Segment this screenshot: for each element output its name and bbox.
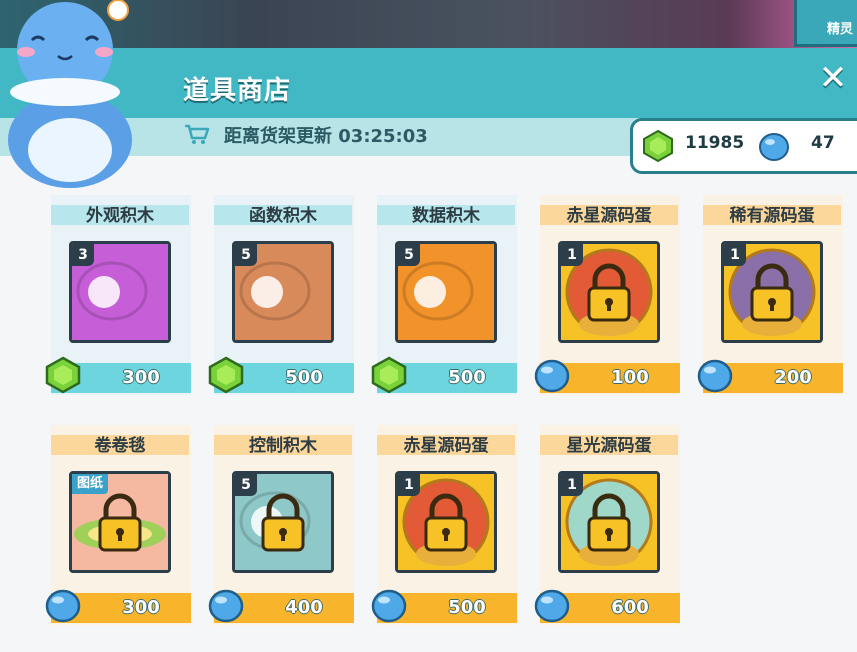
shop-title: 道具商店 xyxy=(183,76,292,106)
item-icon[interactable]: 3 xyxy=(69,241,171,343)
top-corner-label: 精灵 xyxy=(826,22,853,37)
top-corner-button[interactable]: 精灵 xyxy=(794,0,857,47)
item-price: 500 xyxy=(285,367,323,388)
item-icon[interactable]: 1 xyxy=(721,241,823,343)
shop-item-card[interactable]: 稀有源码蛋 1 200 xyxy=(697,195,843,395)
orb-icon xyxy=(45,589,81,623)
item-count-badge: 1 xyxy=(724,244,746,266)
item-count-badge: 5 xyxy=(235,474,257,496)
item-label: 赤星源码蛋 xyxy=(403,436,489,456)
item-icon[interactable]: 5 xyxy=(232,471,334,573)
shop-item-card[interactable]: 赤星源码蛋 1 500 xyxy=(371,425,517,625)
item-icon[interactable]: 5 xyxy=(232,241,334,343)
item-label: 控制积木 xyxy=(249,436,317,456)
orb-icon xyxy=(697,359,733,393)
shop-item-card[interactable]: 控制积木 5 400 xyxy=(208,425,354,625)
orb-count: 47 xyxy=(811,133,835,153)
mascot-character xyxy=(8,0,132,188)
item-price: 300 xyxy=(122,367,160,388)
orb-icon xyxy=(534,359,570,393)
shop-item-card[interactable]: 外观积木 3 300 xyxy=(45,195,191,395)
close-icon[interactable]: ✕ xyxy=(815,60,851,96)
item-price: 200 xyxy=(774,367,812,388)
gem-icon xyxy=(371,356,407,394)
gem-icon xyxy=(45,356,81,394)
item-icon[interactable]: 图纸 xyxy=(69,471,171,573)
orb-icon xyxy=(534,589,570,623)
item-label: 外观积木 xyxy=(86,206,154,226)
restock-timer: 距离货架更新 03:25:03 xyxy=(184,122,428,148)
item-label: 数据积木 xyxy=(412,206,480,226)
orb-icon xyxy=(371,589,407,623)
cart-icon xyxy=(185,124,210,144)
item-count-badge: 3 xyxy=(72,244,94,266)
shop-item-card[interactable]: 数据积木 5 500 xyxy=(371,195,517,395)
item-label: 星光源码蛋 xyxy=(566,436,652,456)
item-label: 赤星源码蛋 xyxy=(566,206,652,226)
orb-icon xyxy=(759,133,789,161)
item-label: 稀有源码蛋 xyxy=(729,206,815,226)
shop-item-card[interactable]: 赤星源码蛋 1 100 xyxy=(534,195,680,395)
item-price: 100 xyxy=(611,367,649,388)
blueprint-tag: 图纸 xyxy=(72,474,109,494)
shop-item-card[interactable]: 星光源码蛋 1 600 xyxy=(534,425,680,625)
item-price: 300 xyxy=(122,597,160,618)
item-icon[interactable]: 1 xyxy=(395,471,497,573)
orb-icon xyxy=(208,589,244,623)
gem-icon xyxy=(643,129,673,163)
item-count-badge: 5 xyxy=(398,244,420,266)
currency-bar: 11985 47 xyxy=(630,118,857,174)
item-price: 500 xyxy=(448,597,486,618)
gem-icon xyxy=(208,356,244,394)
item-count-badge: 1 xyxy=(561,244,583,266)
timer-text: 距离货架更新 03:25:03 xyxy=(224,126,428,147)
item-count-badge: 1 xyxy=(561,474,583,496)
item-icon[interactable]: 1 xyxy=(558,241,660,343)
item-label: 函数积木 xyxy=(249,206,317,226)
item-price: 600 xyxy=(611,597,649,618)
shop-item-card[interactable]: 函数积木 5 500 xyxy=(208,195,354,395)
shop-item-card[interactable]: 卷卷毯图纸 300 xyxy=(45,425,191,625)
item-icon[interactable]: 1 xyxy=(558,471,660,573)
item-price: 500 xyxy=(448,367,486,388)
item-count-badge: 5 xyxy=(235,244,257,266)
item-price: 400 xyxy=(285,597,323,618)
item-label: 卷卷毯 xyxy=(94,436,146,456)
item-count-badge: 1 xyxy=(398,474,420,496)
item-icon[interactable]: 5 xyxy=(395,241,497,343)
gem-count: 11985 xyxy=(685,133,745,153)
